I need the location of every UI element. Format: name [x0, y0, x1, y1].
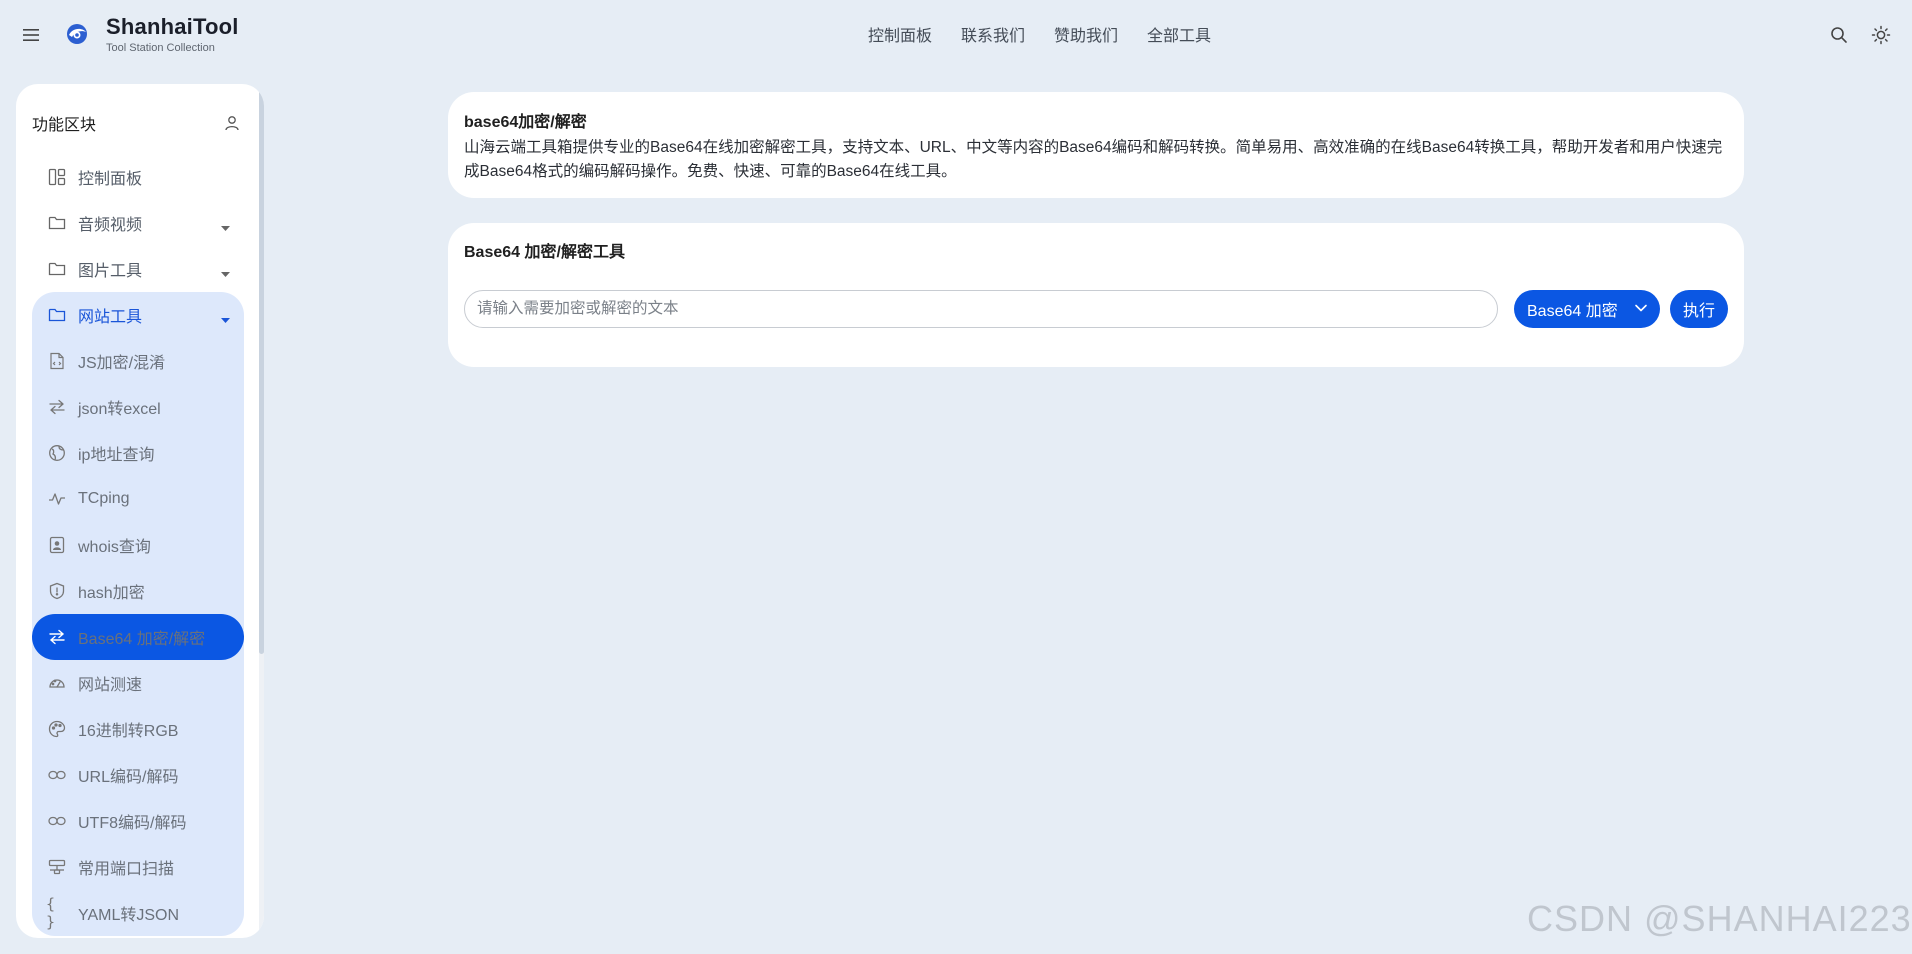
- network-icon: [46, 856, 68, 878]
- sidebar-item-ip-lookup[interactable]: ip地址查询: [32, 430, 244, 476]
- search-icon[interactable]: [1826, 22, 1852, 48]
- mode-select[interactable]: Base64 加密: [1514, 290, 1660, 328]
- swap-icon: [46, 396, 68, 418]
- nav-dashboard[interactable]: 控制面板: [868, 22, 932, 46]
- intro-card: base64加密/解密 山海云端工具箱提供专业的Base64在线加密解密工具，支…: [448, 92, 1744, 198]
- folder-icon: [46, 258, 68, 280]
- sidebar-title: 功能区块: [32, 117, 97, 134]
- caret-down-icon: [221, 265, 230, 283]
- menu-icon[interactable]: [18, 22, 44, 48]
- text-input[interactable]: [465, 291, 1497, 327]
- link-icon: [46, 764, 68, 786]
- sidebar-item-utf8-encode[interactable]: UTF8编码/解码: [32, 798, 244, 844]
- contact-icon: [46, 534, 68, 556]
- sidebar-item-hex-to-rgb[interactable]: 16进制转RGB: [32, 706, 244, 752]
- sidebar-item-label: whois查询: [78, 539, 151, 556]
- sidebar-item-hash[interactable]: hash加密: [32, 568, 244, 614]
- sidebar-menu: 控制面板 音频视频 图片工具 网站工具 JS加密/混淆 json转excel i…: [32, 154, 244, 936]
- sidebar-item-label: UTF8编码/解码: [78, 815, 187, 832]
- brand-title: ShanhaiTool: [106, 14, 239, 39]
- sidebar-item-json-to-excel[interactable]: json转excel: [32, 384, 244, 430]
- brand-subtitle: Tool Station Collection: [106, 42, 215, 54]
- caret-down-icon: [221, 219, 230, 237]
- sidebar-item-label: 常用端口扫描: [78, 861, 175, 878]
- sidebar-item-label: ip地址查询: [78, 447, 155, 464]
- shield-icon: [46, 580, 68, 602]
- nav-all-tools[interactable]: 全部工具: [1147, 22, 1211, 46]
- nav-sponsor[interactable]: 赞助我们: [1054, 22, 1118, 46]
- file-code-icon: [46, 350, 68, 372]
- user-icon[interactable]: [220, 111, 244, 135]
- sidebar-scrollbar-thumb[interactable]: [259, 84, 264, 654]
- braces-icon: { }: [46, 895, 56, 931]
- website-tools-group: 网站工具 JS加密/混淆 json转excel ip地址查询 TCping wh…: [32, 292, 244, 936]
- folder-icon: [46, 304, 68, 326]
- theme-toggle-sun-icon[interactable]: [1868, 22, 1894, 48]
- sidebar-item-website-tools[interactable]: 网站工具: [32, 292, 244, 338]
- chevron-down-icon: [1634, 301, 1648, 320]
- intro-title: base64加密/解密: [464, 114, 587, 131]
- caret-down-icon: [221, 311, 230, 329]
- swap-icon: [46, 626, 68, 648]
- sidebar-item-label: 网站测速: [78, 677, 143, 694]
- sidebar-item-label: hash加密: [78, 585, 145, 602]
- palette-icon: [46, 718, 68, 740]
- text-input-wrapper: [464, 290, 1498, 328]
- sidebar-item-label: 音频视频: [78, 217, 143, 234]
- sidebar: 功能区块 控制面板 音频视频 图片工具 网站工具 JS加密/混淆 json转ex…: [16, 84, 264, 938]
- speedometer-icon: [46, 672, 68, 694]
- top-bar: ShanhaiTool Tool Station Collection 控制面板…: [0, 0, 1912, 68]
- mode-select-value: Base64 加密: [1527, 303, 1618, 320]
- sidebar-item-label: json转excel: [78, 401, 161, 418]
- sidebar-item-image-tools[interactable]: 图片工具: [32, 246, 244, 292]
- sidebar-item-label: Base64 加密/解密: [78, 631, 206, 648]
- sidebar-item-label: 图片工具: [78, 263, 143, 280]
- sidebar-item-label: 控制面板: [78, 171, 143, 188]
- execute-button[interactable]: 执行: [1670, 290, 1728, 328]
- folder-icon: [46, 212, 68, 234]
- top-navigation: 控制面板 联系我们 赞助我们 全部工具: [868, 22, 1211, 46]
- sidebar-item-label: 16进制转RGB: [78, 723, 179, 740]
- sidebar-item-url-encode[interactable]: URL编码/解码: [32, 752, 244, 798]
- sidebar-item-audio-video[interactable]: 音频视频: [32, 200, 244, 246]
- intro-description: 山海云端工具箱提供专业的Base64在线加密解密工具，支持文本、URL、中文等内…: [464, 139, 1723, 180]
- sidebar-item-label: JS加密/混淆: [78, 355, 166, 372]
- link-icon: [46, 810, 68, 832]
- sidebar-item-site-speed[interactable]: 网站测速: [32, 660, 244, 706]
- pulse-icon: [46, 488, 68, 510]
- sidebar-header: 功能区块: [32, 108, 244, 138]
- sidebar-item-label: TCping: [78, 490, 130, 507]
- base64-tool-card: Base64 加密/解密工具 Base64 加密 执行: [448, 223, 1744, 367]
- sidebar-item-base64[interactable]: Base64 加密/解密: [32, 614, 244, 660]
- sidebar-item-tcping[interactable]: TCping: [32, 476, 244, 522]
- dashboard-icon: [46, 166, 68, 188]
- logo-icon[interactable]: [62, 18, 92, 48]
- watermark: CSDN @SHANHAI2233: [1527, 898, 1912, 939]
- sidebar-item-whois[interactable]: whois查询: [32, 522, 244, 568]
- sidebar-item-label: 网站工具: [78, 309, 143, 326]
- sidebar-item-js-obfuscate[interactable]: JS加密/混淆: [32, 338, 244, 384]
- globe-icon: [46, 442, 68, 464]
- sidebar-item-yaml-to-json[interactable]: { } YAML转JSON: [32, 890, 244, 936]
- nav-contact[interactable]: 联系我们: [961, 22, 1025, 46]
- sidebar-item-port-scan[interactable]: 常用端口扫描: [32, 844, 244, 890]
- tool-title: Base64 加密/解密工具: [464, 244, 625, 261]
- sidebar-item-label: URL编码/解码: [78, 769, 179, 786]
- sidebar-item-label: YAML转JSON: [78, 907, 180, 924]
- sidebar-item-dashboard[interactable]: 控制面板: [32, 154, 244, 200]
